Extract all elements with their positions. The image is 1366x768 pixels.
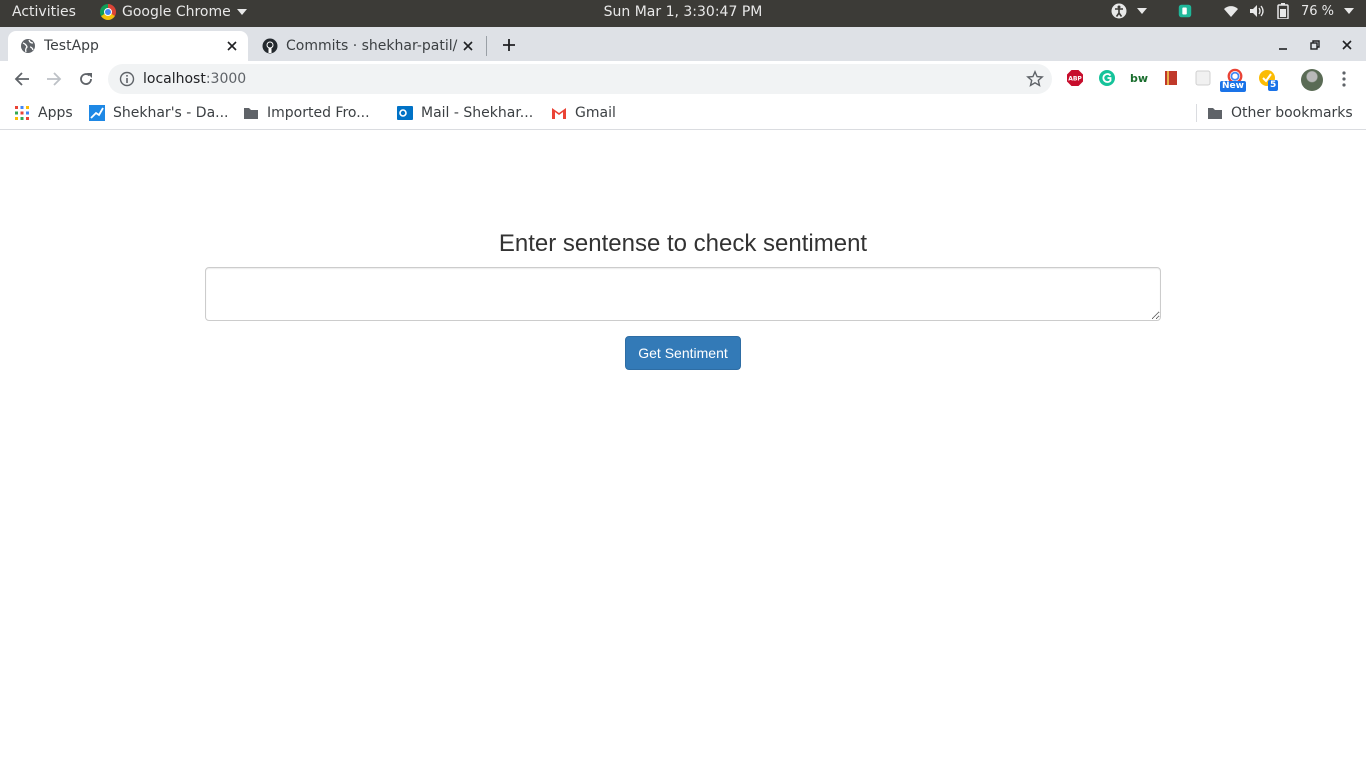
battery-percentage: 76 % (1300, 3, 1334, 19)
reload-button[interactable] (73, 66, 99, 92)
reload-icon (80, 73, 92, 85)
tab-title: TestApp (44, 38, 99, 54)
bookmark-label: Gmail (575, 105, 616, 121)
bookmark-gmail[interactable]: Gmail (551, 103, 616, 123)
os-top-bar: Activities Google Chrome Sun Mar 1, 3:30… (0, 0, 1366, 27)
folder-icon (1207, 105, 1223, 121)
bookmark-star-icon[interactable] (1026, 70, 1044, 88)
bw-icon[interactable]: bw (1130, 69, 1148, 87)
chevron-down-icon (1344, 8, 1354, 14)
close-icon (1342, 40, 1352, 50)
arrow-left-icon (14, 72, 29, 86)
minimize-button[interactable] (1272, 34, 1294, 56)
sentence-input[interactable] (205, 267, 1161, 321)
svg-text:ABP: ABP (1068, 76, 1082, 83)
forward-button[interactable] (41, 66, 67, 92)
bookmarks-bar: Apps Shekhar's - Da... Imported Fro... M… (0, 97, 1366, 130)
close-tab-icon[interactable] (222, 36, 242, 56)
bookmark-label: Apps (38, 105, 73, 121)
more-vertical-icon (1342, 71, 1346, 87)
volume-icon[interactable] (1249, 3, 1265, 19)
restore-button[interactable] (1304, 34, 1326, 56)
app-menu[interactable]: Google Chrome (100, 4, 247, 20)
url-host: localhost (143, 71, 206, 87)
bookmark-shekhars-dashboard[interactable]: Shekhar's - Da... (89, 103, 229, 123)
restore-icon (1310, 40, 1320, 50)
tab-strip: TestApp Commits · shekhar-patil/S (0, 27, 1366, 61)
tab-title: Commits · shekhar-patil/S (286, 38, 458, 54)
svg-text:bw: bw (1130, 72, 1148, 85)
get-sentiment-button[interactable]: Get Sentiment (625, 336, 741, 370)
github-icon (262, 38, 278, 54)
new-badge: New (1220, 81, 1246, 92)
bookmarks-separator (1196, 104, 1197, 122)
activities-button[interactable]: Activities (12, 4, 76, 20)
tab-separator (486, 36, 487, 56)
tab-commits[interactable]: Commits · shekhar-patil/S (250, 31, 484, 61)
chevron-down-icon (1136, 8, 1147, 14)
close-window-button[interactable] (1336, 34, 1358, 56)
mug-app-icon[interactable] (1177, 3, 1193, 19)
plus-icon (503, 39, 515, 51)
outlook-icon (397, 105, 413, 121)
address-bar[interactable]: localhost:3000 (108, 64, 1052, 94)
minimize-icon (1279, 48, 1287, 50)
book-icon[interactable] (1162, 69, 1180, 87)
url-text: localhost:3000 (143, 71, 246, 87)
battery-icon[interactable] (1275, 3, 1291, 19)
browser-toolbar: localhost:3000 ABP bw New 5 (0, 61, 1366, 97)
page-heading: Enter sentense to check sentiment (498, 230, 868, 257)
count-badge: 5 (1268, 80, 1279, 91)
page-content: Enter sentense to check sentiment Get Se… (0, 131, 1366, 768)
tab-testapp[interactable]: TestApp (8, 31, 248, 61)
profile-avatar[interactable] (1301, 69, 1323, 91)
wifi-icon[interactable] (1223, 3, 1239, 19)
bookmark-label: Other bookmarks (1231, 105, 1353, 121)
tasks-icon[interactable]: 5 (1258, 69, 1279, 91)
system-tray[interactable]: 76 % (1111, 3, 1354, 19)
adblock-icon[interactable]: ABP (1066, 69, 1084, 87)
url-port: :3000 (205, 71, 247, 87)
close-tab-icon[interactable] (458, 36, 478, 56)
bookmark-apps[interactable]: Apps (14, 103, 73, 123)
back-button[interactable] (9, 66, 35, 92)
bookmark-imported-from[interactable]: Imported Fro... (243, 103, 370, 123)
grammarly-icon[interactable] (1098, 69, 1116, 87)
gmail-icon (551, 105, 567, 121)
chart-icon (89, 105, 105, 121)
bookmark-label: Shekhar's - Da... (113, 105, 229, 121)
info-icon[interactable] (119, 71, 135, 87)
chrome-icon (100, 4, 116, 20)
folder-icon (243, 105, 259, 121)
accessibility-icon[interactable] (1111, 3, 1127, 19)
puzzle-icon[interactable] (1194, 69, 1212, 87)
apps-grid-icon (14, 105, 30, 121)
globe-icon (20, 38, 36, 54)
bookmark-mail-shekhar[interactable]: Mail - Shekhar... (397, 103, 533, 123)
new-extension-icon[interactable]: New (1220, 68, 1246, 92)
clock[interactable]: Sun Mar 1, 3:30:47 PM (604, 4, 763, 20)
arrow-right-icon (47, 72, 62, 86)
chevron-down-icon (236, 9, 247, 15)
new-tab-button[interactable] (498, 34, 520, 56)
chrome-menu-button[interactable] (1334, 69, 1354, 89)
bookmark-label: Mail - Shekhar... (421, 105, 534, 121)
bookmark-other-bookmarks[interactable]: Other bookmarks (1207, 103, 1353, 123)
app-menu-label: Google Chrome (122, 4, 231, 20)
bookmark-label: Imported Fro... (267, 105, 370, 121)
